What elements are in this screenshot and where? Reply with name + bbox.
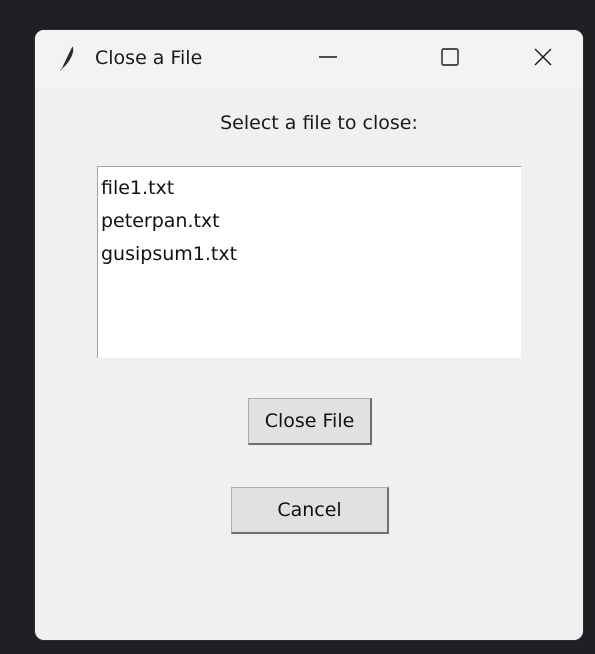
minimize-button[interactable] (293, 30, 363, 88)
close-icon (533, 47, 553, 71)
close-window-button[interactable] (508, 30, 578, 88)
select-file-label: Select a file to close: (220, 112, 418, 134)
minimize-icon (318, 47, 338, 71)
cancel-button[interactable]: Cancel (231, 487, 389, 534)
dialog-window: Close a File Select a file to close: fil… (35, 30, 583, 640)
list-item[interactable]: peterpan.txt (98, 206, 521, 239)
window-title: Close a File (95, 47, 203, 69)
maximize-icon (440, 47, 460, 71)
list-item[interactable]: file1.txt (98, 173, 521, 206)
maximize-button[interactable] (415, 30, 485, 88)
title-bar[interactable]: Close a File (35, 30, 583, 88)
feather-icon (55, 44, 77, 74)
file-listbox[interactable]: file1.txt peterpan.txt gusipsum1.txt (97, 166, 521, 358)
list-item[interactable]: gusipsum1.txt (98, 239, 521, 272)
close-file-button[interactable]: Close File (248, 398, 372, 445)
